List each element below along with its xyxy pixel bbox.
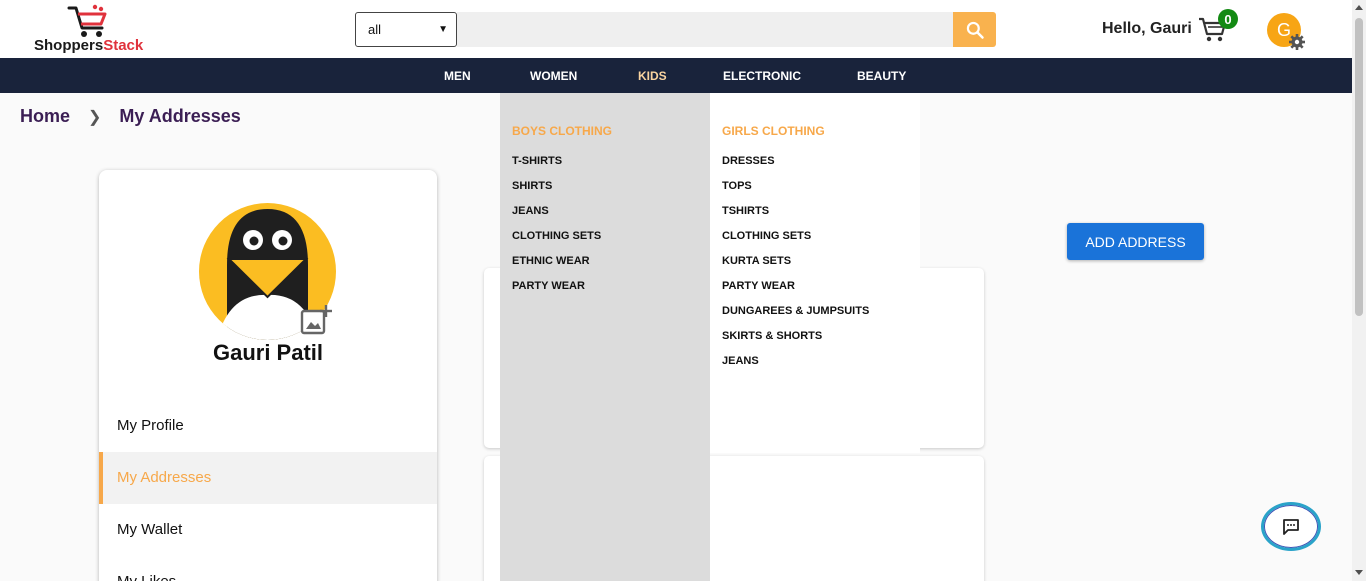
page-scrollbar[interactable] <box>1352 0 1366 581</box>
mega-link[interactable]: PARTY WEAR <box>512 280 585 292</box>
search-button[interactable] <box>953 12 996 47</box>
cart-count-badge: 0 <box>1218 9 1238 29</box>
nav-item-kids[interactable]: KIDS <box>638 58 667 93</box>
profile-menu-my-addresses[interactable]: My Addresses <box>99 452 437 504</box>
mega-link[interactable]: JEANS <box>512 205 549 217</box>
brand-logo[interactable]: ShoppersStack <box>34 4 164 54</box>
profile-card: Gauri Patil My Profile My Addresses My W… <box>99 170 437 581</box>
main-nav: MEN WOMEN KIDS ELECTRONIC BEAUTY <box>0 58 1352 93</box>
mega-link[interactable]: SKIRTS & SHORTS <box>722 330 822 342</box>
mega-heading-girls[interactable]: GIRLS CLOTHING <box>722 124 825 138</box>
mega-link[interactable]: SHIRTS <box>512 180 552 192</box>
user-greeting: Hello, Gauri <box>1102 20 1192 37</box>
nav-item-women[interactable]: WOMEN <box>530 58 577 93</box>
mega-link[interactable]: TOPS <box>722 180 752 192</box>
scrollbar-thumb[interactable] <box>1355 18 1363 316</box>
chevron-down-icon: ▼ <box>438 24 448 35</box>
add-address-button[interactable]: ADD ADDRESS <box>1067 223 1204 260</box>
nav-item-men[interactable]: MEN <box>444 58 471 93</box>
brand-name: ShoppersStack <box>34 37 144 54</box>
mega-link[interactable]: ETHNIC WEAR <box>512 255 590 267</box>
mega-heading-boys[interactable]: BOYS CLOTHING <box>512 124 612 138</box>
search-input[interactable] <box>457 12 953 47</box>
nav-item-electronic[interactable]: ELECTRONIC <box>723 58 801 93</box>
mega-link[interactable]: T-SHIRTS <box>512 155 562 167</box>
search-icon <box>966 21 984 39</box>
breadcrumb-current: My Addresses <box>119 106 241 126</box>
add-photo-icon[interactable] <box>299 303 333 337</box>
cart-logo-icon <box>67 4 107 37</box>
profile-menu-my-wallet[interactable]: My Wallet <box>99 504 437 556</box>
nav-item-beauty[interactable]: BEAUTY <box>857 58 906 93</box>
category-select-value: all <box>368 22 382 37</box>
gear-icon[interactable] <box>1288 33 1306 51</box>
chat-icon <box>1283 518 1299 535</box>
header: ShoppersStack all ▼ Hello, Gauri 0 G <box>0 0 1352 58</box>
mega-link[interactable]: CLOTHING SETS <box>722 230 811 242</box>
mega-menu-boys: BOYS CLOTHING T-SHIRTS SHIRTS JEANS CLOT… <box>500 93 710 581</box>
chevron-right-icon: ❯ <box>88 108 102 126</box>
mega-menu-girls: GIRLS CLOTHING DRESSES TOPS TSHIRTS CLOT… <box>710 93 920 453</box>
mega-link[interactable]: CLOTHING SETS <box>512 230 601 242</box>
breadcrumb-home[interactable]: Home <box>20 106 70 127</box>
mega-link[interactable]: DUNGAREES & JUMPSUITS <box>722 305 869 317</box>
mega-link[interactable]: TSHIRTS <box>722 205 769 217</box>
scroll-down-icon[interactable] <box>1355 570 1363 575</box>
mega-link[interactable]: DRESSES <box>722 155 775 167</box>
mega-link[interactable]: KURTA SETS <box>722 255 791 267</box>
profile-menu-my-likes[interactable]: My Likes <box>99 556 437 581</box>
mega-link[interactable]: PARTY WEAR <box>722 280 795 292</box>
category-select[interactable]: all ▼ <box>355 12 457 47</box>
scroll-up-icon[interactable] <box>1355 5 1363 10</box>
breadcrumb: Home ❯ My Addresses <box>20 106 241 127</box>
mega-link[interactable]: JEANS <box>722 355 759 367</box>
profile-menu-my-profile[interactable]: My Profile <box>99 400 437 452</box>
profile-name: Gauri Patil <box>212 340 324 365</box>
chat-button[interactable] <box>1261 502 1321 551</box>
